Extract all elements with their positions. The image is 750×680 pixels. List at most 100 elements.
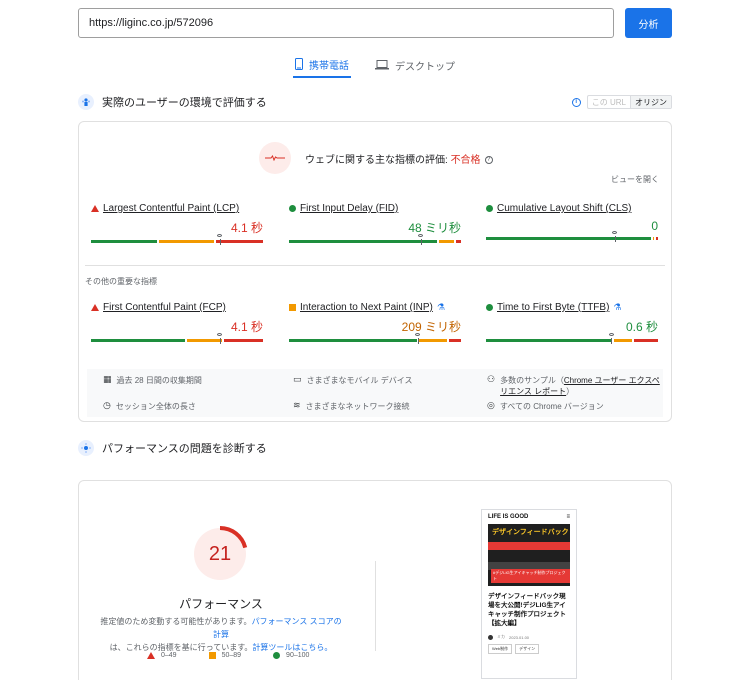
lab-data-card: 21 パフォーマンス 推定値のため変動する可能性があります。パフォーマンス スコ…	[78, 480, 672, 680]
toggle-origin[interactable]: オリジン	[630, 96, 671, 108]
experimental-flask-icon: ⚗	[436, 302, 445, 312]
good-segment	[289, 240, 437, 243]
experimental-flask-icon: ⚗	[613, 302, 622, 312]
performance-description: 推定値のため変動する可能性があります。パフォーマンス スコアの計算 は、これらの…	[99, 615, 343, 654]
hero-subtext: #デジLIG生アイキャッチ制作プロジェクト	[491, 569, 570, 583]
metric-cls: Cumulative Layout Shift (CLS) 0	[486, 203, 659, 242]
wifi-icon: ≋	[293, 400, 301, 410]
good-circle-icon	[486, 205, 493, 212]
poor-segment	[215, 240, 263, 243]
metric-ttfb-name[interactable]: Time to First Byte (TTFB)	[497, 302, 609, 313]
info-network: ≋ さまざまなネットワーク接続	[293, 401, 410, 412]
poor-triangle-icon	[91, 205, 99, 212]
article-author: ミカ	[497, 634, 505, 639]
tab-desktop-label: デスクトップ	[395, 61, 455, 73]
p75-marker	[217, 333, 222, 344]
poor-segment	[449, 339, 461, 342]
good-segment	[289, 339, 417, 342]
metric-inp-value: 209 ミリ秒	[401, 320, 461, 334]
poor-segment	[224, 339, 263, 342]
p75-marker	[612, 231, 617, 242]
info-versions-text: すべての Chrome バージョン	[499, 402, 604, 411]
core-web-vitals-assessment: ウェブに関する主な指標の評価: 不合格?	[259, 142, 493, 174]
metric-distribution-bar	[91, 333, 263, 344]
assessment-text: ウェブに関する主な指標の評価: 不合格?	[305, 151, 493, 166]
poor-segment	[634, 339, 658, 342]
field-section-title: 実際のユーザーの環境で評価する	[102, 97, 267, 109]
metric-cls-name[interactable]: Cumulative Layout Shift (CLS)	[497, 203, 632, 214]
info-devices-text: さまざまなモバイル デバイス	[306, 376, 413, 385]
performance-score: 21	[208, 542, 232, 565]
metric-fcp-name[interactable]: First Contentful Paint (FCP)	[103, 302, 226, 313]
chrome-icon: ◎	[487, 400, 495, 410]
toggle-this-url[interactable]: この URL	[588, 96, 630, 108]
info-samples-suffix: ）	[566, 387, 575, 396]
article-meta: ミカ 2023.01.00	[488, 634, 570, 640]
p75-marker	[608, 333, 614, 344]
legend-poor-range: 0–49	[161, 652, 177, 659]
legend-good: 90–100	[273, 652, 309, 659]
p75-marker	[217, 234, 222, 245]
expand-view-link[interactable]: ビューを開く	[611, 174, 659, 185]
metric-distribution-bar	[289, 333, 461, 344]
average-square-icon	[289, 304, 296, 311]
good-circle-icon	[289, 205, 296, 212]
url-input[interactable]: https://liginc.co.jp/572096	[78, 8, 614, 38]
average-square-icon	[208, 652, 216, 659]
good-segment	[91, 339, 186, 342]
failed-assessment-icon	[259, 142, 291, 174]
url-origin-toggle[interactable]: この URL オリジン	[586, 95, 672, 109]
metric-lcp-name[interactable]: Largest Contentful Paint (LCP)	[103, 203, 239, 214]
performance-label: パフォーマンス	[179, 597, 263, 611]
info-duration-text: セッション全体の長さ	[115, 402, 196, 411]
diagnose-icon	[78, 440, 94, 456]
performance-score-gauge: 21	[191, 525, 249, 583]
metric-inp: Interaction to Next Paint (INP) ⚗ 209 ミリ秒	[289, 302, 461, 344]
analyze-button[interactable]: 分析	[625, 8, 672, 38]
average-segment	[614, 339, 633, 342]
metric-ttfb-value: 0.6 秒	[625, 320, 658, 334]
metric-fid: First Input Delay (FID) 48 ミリ秒	[289, 203, 461, 245]
good-segment	[91, 240, 157, 243]
field-section-header: 実際のユーザーの環境で評価する	[78, 94, 267, 110]
other-metrics-label: その他の重要な指標	[85, 277, 157, 286]
metric-distribution-bar	[289, 234, 461, 245]
calendar-icon: ▦	[103, 374, 112, 384]
good-circle-icon	[273, 652, 281, 659]
calculator-link[interactable]: 計算ツールはこちら。	[252, 643, 332, 652]
metric-fcp-value: 4.1 秒	[230, 320, 263, 334]
url-origin-toggle-wrap: i この URL オリジン	[571, 95, 672, 109]
info-samples-prefix: 多数のサンプル（	[500, 376, 564, 385]
info-icon[interactable]: i	[571, 97, 581, 107]
tab-mobile[interactable]: 携帯電話	[293, 52, 351, 78]
metric-fid-name[interactable]: First Input Delay (FID)	[300, 203, 398, 214]
help-icon[interactable]: ?	[484, 155, 493, 164]
metric-distribution-bar	[91, 234, 263, 245]
article-date: 2023.01.00	[509, 634, 530, 640]
tab-desktop[interactable]: デスクトップ	[373, 52, 457, 78]
data-collection-info: ▦ 過去 28 日間の収集期間 ▭ さまざまなモバイル デバイス ⚇ 多数のサンプル（…	[87, 369, 663, 417]
assessment-result: 不合格	[450, 154, 481, 166]
timer-icon: ◷	[103, 400, 111, 410]
p75-marker	[415, 333, 420, 344]
good-segment	[486, 237, 651, 240]
poor-segment	[455, 240, 461, 243]
average-segment	[158, 240, 214, 243]
metric-fcp: First Contentful Paint (FCP) 4.1 秒	[91, 302, 263, 344]
hero-image: デザインフィードバック #デジLIG生アイキャッチ制作プロジェクト	[488, 524, 570, 586]
avatar	[488, 634, 493, 640]
average-segment	[652, 237, 655, 240]
poor-segment	[656, 237, 659, 240]
divider	[375, 561, 376, 651]
device-tabs: 携帯電話 デスクトップ	[0, 52, 750, 78]
legend-average: 50–89	[208, 652, 241, 659]
laptop-icon	[375, 60, 389, 70]
lab-section-title: パフォーマンスの問題を診断する	[102, 443, 267, 455]
tab-mobile-label: 携帯電話	[309, 60, 349, 72]
info-duration: ◷ セッション全体の長さ	[103, 401, 196, 412]
article-tags: Web制作 デザイン	[488, 644, 570, 654]
site-logo: LIFE IS GOOD	[488, 514, 529, 520]
metric-inp-name[interactable]: Interaction to Next Paint (INP)	[300, 302, 433, 313]
metric-cls-value: 0	[651, 219, 658, 233]
assessment-label: ウェブに関する主な指標の評価:	[305, 154, 451, 166]
